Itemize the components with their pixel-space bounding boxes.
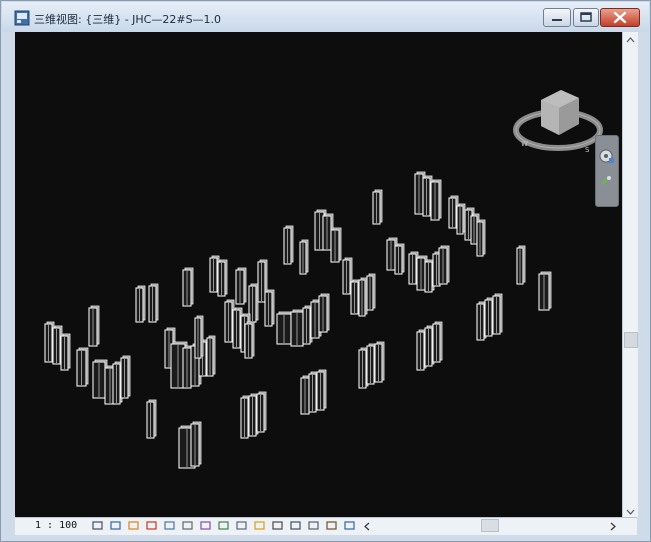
- window-title: 三维视图: {三维} - JHC—22#S—1.0: [34, 13, 222, 26]
- structural-column[interactable]: [88, 305, 100, 347]
- vertical-scroll-thumb[interactable]: [624, 332, 638, 348]
- structural-column[interactable]: [217, 259, 228, 297]
- structural-column[interactable]: [299, 239, 309, 275]
- structural-column[interactable]: [430, 179, 442, 221]
- structural-column[interactable]: [264, 289, 275, 327]
- temporary-hide-icon[interactable]: [235, 519, 248, 532]
- structural-column[interactable]: [366, 273, 376, 311]
- structural-column[interactable]: [394, 243, 405, 275]
- structural-column[interactable]: [283, 225, 294, 265]
- minimize-icon: [552, 19, 562, 21]
- rendering-icon[interactable]: [163, 519, 176, 532]
- structural-column[interactable]: [330, 227, 342, 263]
- detail-level-icon[interactable]: [91, 519, 104, 532]
- visual-style-icon[interactable]: [109, 519, 122, 532]
- viewcube-icon: W S: [513, 90, 603, 154]
- structural-column[interactable]: [316, 369, 327, 411]
- crop-region-icon[interactable]: [181, 519, 194, 532]
- structural-column[interactable]: [76, 347, 89, 387]
- sun-path-icon[interactable]: [127, 519, 140, 532]
- structural-column[interactable]: [146, 399, 157, 439]
- revit-3d-view-window: 三维视图: {三维} - JHC—22#S—1.0 W S 1: 100: [0, 0, 651, 542]
- 3d-model-canvas[interactable]: W S: [15, 32, 622, 517]
- view-scale[interactable]: 1 : 100: [35, 520, 77, 531]
- structural-column[interactable]: [244, 321, 255, 359]
- structural-column[interactable]: [432, 321, 443, 363]
- structural-column[interactable]: [60, 333, 71, 371]
- zoom-icon[interactable]: [596, 170, 618, 192]
- reveal-hidden-icon[interactable]: [253, 519, 266, 532]
- maximize-icon: [580, 12, 592, 22]
- minimize-button[interactable]: [543, 8, 571, 27]
- structural-column[interactable]: [148, 283, 159, 323]
- structural-column[interactable]: [120, 355, 131, 399]
- app-icon: [14, 10, 30, 26]
- scroll-up-icon[interactable]: [623, 34, 638, 46]
- view-control-bar: 1 : 100: [15, 517, 637, 535]
- vertical-scrollbar[interactable]: [622, 32, 638, 517]
- structural-column[interactable]: [492, 293, 503, 335]
- analytical-model-icon[interactable]: [325, 519, 338, 532]
- show-crop-icon[interactable]: [199, 519, 212, 532]
- lock-3d-icon[interactable]: [271, 519, 284, 532]
- structural-column[interactable]: [256, 391, 267, 433]
- unlock-view-icon[interactable]: [217, 519, 230, 532]
- shadows-icon[interactable]: [145, 519, 158, 532]
- worksharing-icon[interactable]: [289, 519, 302, 532]
- svg-text:S: S: [585, 146, 590, 154]
- structural-column[interactable]: [206, 335, 216, 377]
- structural-column[interactable]: [516, 245, 526, 285]
- svg-text:W: W: [521, 140, 528, 148]
- structural-column[interactable]: [538, 271, 552, 311]
- structural-column[interactable]: [358, 277, 368, 317]
- steering-wheel-icon[interactable]: [596, 146, 618, 168]
- title-bar[interactable]: 三维视图: {三维} - JHC—22#S—1.0: [2, 2, 649, 32]
- structural-column[interactable]: [135, 285, 146, 323]
- structural-column[interactable]: [235, 267, 247, 305]
- navigation-bar[interactable]: [595, 135, 619, 207]
- scroll-left-icon[interactable]: [362, 520, 372, 533]
- design-options-icon[interactable]: [307, 519, 320, 532]
- maximize-button[interactable]: [573, 8, 599, 27]
- scroll-right-icon[interactable]: [608, 520, 618, 533]
- structural-column[interactable]: [182, 267, 194, 307]
- structural-column[interactable]: [456, 203, 466, 235]
- structural-column[interactable]: [374, 341, 385, 383]
- viewcube[interactable]: W S: [513, 60, 608, 164]
- highlight-displacement-icon[interactable]: [343, 519, 356, 532]
- structural-column[interactable]: [190, 421, 202, 467]
- structural-column[interactable]: [372, 189, 383, 225]
- close-button[interactable]: [600, 8, 640, 27]
- structural-column[interactable]: [438, 245, 450, 285]
- structural-column[interactable]: [476, 219, 486, 257]
- horizontal-scroll-thumb[interactable]: [481, 519, 499, 532]
- structural-column[interactable]: [318, 293, 330, 333]
- structural-column[interactable]: [194, 315, 204, 359]
- close-icon: [613, 11, 627, 24]
